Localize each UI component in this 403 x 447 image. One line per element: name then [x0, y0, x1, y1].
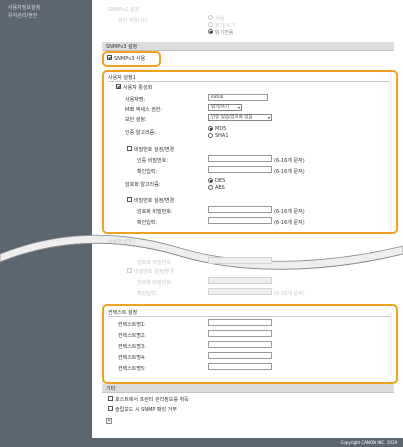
- context-name-4-input[interactable]: [208, 352, 272, 359]
- copyright-text: Copyright CANON INC. 2019: [340, 440, 397, 445]
- enc-algo-label: 암호화 알고리즘:: [125, 182, 161, 188]
- set-enc-password-checkbox[interactable]: [127, 197, 132, 202]
- context-name-4-label: 컨텍스트명4:: [118, 355, 146, 361]
- context-name-3-label: 컨텍스트명3:: [118, 344, 146, 350]
- community-option-2-label: 읽기/쓰기: [215, 23, 236, 29]
- enable-user-label: 사용자 활성화: [123, 85, 153, 91]
- context-name-1-input[interactable]: [208, 319, 272, 326]
- user-settings-2-enc-pw-input[interactable]: [208, 257, 272, 264]
- community-option-1-label: 사용: [215, 16, 225, 22]
- sidebar-item-maintenance[interactable]: 유지관리/권한: [8, 12, 37, 19]
- auth-password-label: 인증 비밀번호:: [137, 158, 168, 164]
- enc-confirm-hint: (6-16개 문자): [274, 220, 305, 226]
- host-acquire-checkbox[interactable]: [108, 396, 113, 401]
- auth-md5-radio[interactable]: [208, 126, 213, 131]
- sleep-reject-label: 슬립모드 시 SNMP 패킷 거부: [115, 407, 178, 413]
- security-value: 인증 있음/암호화 있음: [211, 115, 253, 120]
- community-radio-1[interactable]: [208, 15, 213, 20]
- auth-confirm-hint: (6-16개 문자): [274, 169, 305, 175]
- auth-algo-label: 인증 알고리즘:: [125, 130, 156, 136]
- user-settings-2-confirm-label: 확인입력:: [137, 291, 158, 297]
- context-name-3-input[interactable]: [208, 341, 272, 348]
- context-name-1-label: 컨텍스트명1:: [118, 322, 146, 328]
- enc-password-hint: (6-16개 문자): [274, 209, 305, 215]
- mib-access-label: MIB 액세스 권한:: [125, 107, 163, 113]
- sidebar: 사용자정보설정 유지관리/권한: [0, 0, 92, 447]
- auth-md5-label: MD5: [215, 126, 227, 132]
- community-radio-2[interactable]: [208, 22, 213, 27]
- auth-confirm-input[interactable]: [208, 166, 272, 173]
- auth-sha1-label: SHA1: [215, 133, 229, 139]
- context-name-2-input[interactable]: [208, 330, 272, 337]
- auth-sha1-radio[interactable]: [208, 133, 213, 138]
- snmpv3-header-text: SNMPv3 설정: [106, 44, 138, 50]
- sidebar-item-user-info[interactable]: 사용자정보설정: [8, 4, 40, 11]
- enc-des-radio[interactable]: [208, 178, 213, 183]
- divider: [108, 316, 390, 317]
- other-header-text: 기타: [106, 386, 116, 392]
- page-top-button[interactable]: [106, 418, 112, 424]
- enc-aes-label: AES: [215, 185, 225, 191]
- enc-password-input[interactable]: [208, 206, 272, 213]
- enc-confirm-label: 확인입력:: [137, 220, 158, 226]
- context-name-5-input[interactable]: [208, 363, 272, 370]
- auth-password-hint: (6-16개 문자): [274, 158, 305, 164]
- enc-des-label: DES: [215, 178, 226, 184]
- torn-page-break: [0, 234, 403, 270]
- auth-confirm-label: 확인입력:: [137, 169, 158, 175]
- user-settings-2-confirm-input[interactable]: [208, 288, 272, 295]
- enc-aes-radio[interactable]: [208, 185, 213, 190]
- mib-access-value: 읽기/쓰기: [211, 105, 230, 110]
- snmpv3-header: SNMPv3 설정: [102, 42, 394, 51]
- set-auth-password-label: 비밀번호 설정/변경: [134, 147, 175, 153]
- context-settings-header: 컨텍스트 설정: [108, 310, 138, 316]
- chevron-down-icon: ▾: [267, 115, 270, 120]
- user-settings-2-enc-pw-label: 암호화 비밀번호:: [137, 260, 173, 266]
- user-settings-2-set-pw-checkbox[interactable]: [127, 268, 132, 273]
- chevron-down-icon: ▾: [237, 105, 240, 110]
- context-name-2-label: 컨텍스트명2:: [118, 333, 146, 339]
- security-select[interactable]: 인증 있음/암호화 있음 ▾: [208, 114, 272, 121]
- username-label: 사용자명:: [125, 97, 146, 103]
- security-label: 보안 설정:: [125, 117, 147, 123]
- user-settings-2-header: 사용자 설정2: [108, 239, 136, 245]
- user-settings-2-enc-pw2-label: 암호화 비밀번호:: [137, 280, 173, 286]
- context-name-5-label: 컨텍스트명5:: [118, 366, 146, 372]
- sleep-reject-checkbox[interactable]: [108, 406, 113, 411]
- username-input[interactable]: initial: [208, 94, 268, 101]
- enable-user-checkbox[interactable]: [116, 84, 121, 89]
- snmpv3-enable-checkbox[interactable]: [107, 55, 112, 60]
- user-settings-2-set-pw-label: 비밀번호 설정/변경: [134, 269, 175, 275]
- user-settings-2-enc-pw2-input[interactable]: [208, 277, 272, 284]
- arrow-up-icon: [108, 419, 110, 421]
- mib-access-select[interactable]: 읽기/쓰기 ▾: [208, 104, 242, 111]
- user-settings-1-header: 사용자 설정1: [108, 75, 136, 81]
- host-acquire-label: 호스트에서 프린터 관리정보를 취득: [115, 397, 189, 403]
- community-label: 관리 커뮤니티:: [118, 18, 149, 24]
- snmpv3-enable-label: SNMPv3 사용: [114, 56, 146, 62]
- community-radio-3[interactable]: [208, 29, 213, 34]
- divider: [108, 81, 390, 82]
- enc-password-label: 암호화 비밀번호:: [137, 209, 173, 215]
- snmpv1-title: SNMPv1 설정: [108, 7, 140, 13]
- community-option-3-label: 읽기전용: [215, 30, 234, 36]
- other-header: 기타: [102, 384, 394, 393]
- footer: Copyright CANON INC. 2019: [92, 438, 403, 447]
- auth-password-input[interactable]: [208, 155, 272, 162]
- set-auth-password-checkbox[interactable]: [127, 146, 132, 151]
- set-enc-password-label: 비밀번호 설정/변경: [134, 198, 175, 204]
- enc-confirm-input[interactable]: [208, 217, 272, 224]
- user-settings-2-hint: (6-16개 문자): [274, 291, 305, 297]
